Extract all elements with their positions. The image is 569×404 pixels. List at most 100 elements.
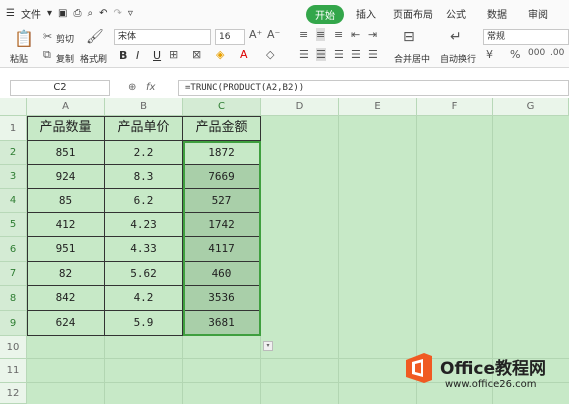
redo-icon[interactable]: ↷: [113, 8, 121, 19]
chevron-down-icon[interactable]: ▾: [47, 8, 52, 19]
table-cell[interactable]: 1742: [183, 213, 261, 237]
print-icon[interactable]: ⎙: [73, 8, 81, 19]
align-center-icon[interactable]: ☰: [316, 48, 326, 61]
currency-icon[interactable]: ¥: [486, 48, 493, 61]
tab-home[interactable]: 开始: [306, 5, 344, 24]
header-cell-amount[interactable]: 产品金额: [183, 116, 261, 141]
format-painter-button[interactable]: 格式刷: [80, 52, 107, 65]
copy-icon[interactable]: ⧉: [43, 48, 51, 62]
merge-center-icon[interactable]: ⊟: [403, 29, 415, 45]
underline-button[interactable]: U: [153, 49, 161, 62]
percent-icon[interactable]: %: [510, 48, 520, 61]
fill-pattern-icon[interactable]: ⊠: [192, 48, 201, 61]
row-header-6[interactable]: 6: [0, 237, 27, 262]
table-cell[interactable]: 924: [27, 165, 105, 189]
tab-review[interactable]: 审阅: [528, 6, 548, 21]
align-bottom-icon[interactable]: ≡: [334, 28, 343, 41]
row-header-4[interactable]: 4: [0, 189, 27, 213]
tab-page-layout[interactable]: 页面布局: [393, 6, 433, 21]
indent-increase-icon[interactable]: ⇥: [368, 28, 377, 41]
wrap-text-icon[interactable]: ↵: [450, 29, 462, 45]
column-header-g[interactable]: G: [493, 98, 569, 116]
font-color-icon[interactable]: A: [240, 48, 248, 61]
table-cell[interactable]: 8.3: [105, 165, 183, 189]
table-cell[interactable]: 4.33: [105, 237, 183, 262]
paste-icon[interactable]: 📋: [14, 29, 34, 48]
header-cell-unit-price[interactable]: 产品单价: [105, 116, 183, 141]
row-header-12[interactable]: 12: [0, 383, 27, 404]
select-all-corner[interactable]: [0, 98, 27, 116]
table-cell[interactable]: 4117: [183, 237, 261, 262]
table-cell[interactable]: 4.23: [105, 213, 183, 237]
cut-button[interactable]: 剪切: [56, 32, 74, 45]
row-header-1[interactable]: 1: [0, 116, 27, 141]
row-header-2[interactable]: 2: [0, 141, 27, 165]
align-top-icon[interactable]: ≡: [299, 28, 308, 41]
paste-button[interactable]: 粘贴: [10, 52, 28, 65]
font-grow-icon[interactable]: A⁺: [249, 28, 262, 41]
table-cell[interactable]: 85: [27, 189, 105, 213]
formula-input[interactable]: =TRUNC(PRODUCT(A2,B2)): [178, 80, 569, 96]
tab-insert[interactable]: 插入: [356, 6, 376, 21]
table-cell[interactable]: 527: [183, 189, 261, 213]
autofill-options-button[interactable]: ▾: [263, 341, 273, 351]
font-size-select[interactable]: 16: [215, 29, 245, 45]
table-cell[interactable]: 851: [27, 141, 105, 165]
merge-center-button[interactable]: 合并居中: [394, 52, 430, 65]
column-header-d[interactable]: D: [261, 98, 339, 116]
decimal-icon[interactable]: .00: [550, 48, 564, 58]
indent-decrease-icon[interactable]: ⇤: [351, 28, 360, 41]
row-header-10[interactable]: 10: [0, 336, 27, 359]
border-icon[interactable]: ⊞: [169, 48, 178, 61]
table-cell[interactable]: 6.2: [105, 189, 183, 213]
table-cell[interactable]: 624: [27, 311, 105, 336]
column-header-f[interactable]: F: [417, 98, 493, 116]
align-middle-icon[interactable]: ≡: [316, 28, 326, 41]
copy-button[interactable]: 复制: [56, 52, 74, 65]
format-painter-icon[interactable]: 🖌: [86, 29, 104, 45]
row-header-8[interactable]: 8: [0, 286, 27, 311]
table-cell[interactable]: 5.9: [105, 311, 183, 336]
customize-icon[interactable]: ▿: [128, 8, 133, 19]
font-shrink-icon[interactable]: A⁻: [267, 28, 280, 41]
table-cell[interactable]: 3681: [183, 311, 261, 336]
bold-button[interactable]: B: [119, 49, 127, 62]
tab-data[interactable]: 数据: [487, 6, 507, 21]
table-cell[interactable]: 951: [27, 237, 105, 262]
table-cell[interactable]: 5.62: [105, 262, 183, 286]
table-cell[interactable]: 4.2: [105, 286, 183, 311]
column-header-c[interactable]: C: [183, 98, 261, 116]
table-cell[interactable]: 82: [27, 262, 105, 286]
undo-icon[interactable]: ↶: [99, 8, 107, 19]
row-header-5[interactable]: 5: [0, 213, 27, 237]
wrap-text-button[interactable]: 自动换行: [440, 52, 476, 65]
table-cell[interactable]: 7669: [183, 165, 261, 189]
thousands-icon[interactable]: 000: [528, 48, 545, 58]
row-header-11[interactable]: 11: [0, 359, 27, 383]
fx-icon[interactable]: fx: [146, 82, 155, 93]
file-menu[interactable]: 文件: [21, 6, 41, 21]
justify-icon[interactable]: ☰: [351, 48, 361, 61]
align-left-icon[interactable]: ☰: [299, 48, 309, 61]
row-header-3[interactable]: 3: [0, 165, 27, 189]
font-name-select[interactable]: 宋体: [114, 29, 211, 45]
table-cell[interactable]: 842: [27, 286, 105, 311]
row-header-7[interactable]: 7: [0, 262, 27, 286]
zoom-icon[interactable]: ⊕: [128, 82, 136, 93]
active-cell[interactable]: 1872: [183, 141, 261, 165]
column-header-e[interactable]: E: [339, 98, 417, 116]
tab-formulas[interactable]: 公式: [446, 6, 466, 21]
table-cell[interactable]: 2.2: [105, 141, 183, 165]
number-format-select[interactable]: 常规: [483, 29, 569, 45]
clear-format-icon[interactable]: ◇: [266, 48, 274, 61]
table-cell[interactable]: 3536: [183, 286, 261, 311]
scissors-icon[interactable]: ✂: [43, 30, 52, 43]
hamburger-icon[interactable]: ☰: [6, 8, 15, 19]
preview-icon[interactable]: ⌕: [87, 8, 93, 19]
name-box[interactable]: C2: [10, 80, 110, 96]
header-cell-quantity[interactable]: 产品数量: [27, 116, 105, 141]
table-cell[interactable]: 412: [27, 213, 105, 237]
column-header-b[interactable]: B: [105, 98, 183, 116]
italic-button[interactable]: I: [136, 49, 139, 62]
column-header-a[interactable]: A: [27, 98, 105, 116]
